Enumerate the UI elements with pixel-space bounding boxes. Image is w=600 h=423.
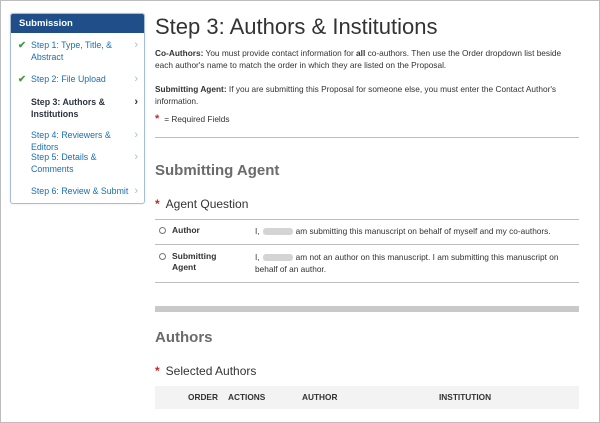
page-title: Step 3: Authors & Institutions xyxy=(155,14,438,39)
option-text: I, am submitting this manuscript on behal… xyxy=(255,226,551,236)
required-fields-note: * = Required Fields xyxy=(155,113,230,125)
section-separator xyxy=(155,306,579,312)
coauthors-note: Co-Authors: You must provide contact inf… xyxy=(155,48,562,70)
required-asterisk: * xyxy=(155,197,160,211)
redacted-name xyxy=(262,254,293,262)
checkmark-icon: ✔ xyxy=(18,74,26,85)
authors-heading: Authors xyxy=(155,329,213,346)
sidebar-step-label: Step 1: Type, Title, & Abstract xyxy=(31,40,113,62)
chevron-right-icon: › xyxy=(134,129,138,141)
sidebar-step-label: Step 6: Review & Submit xyxy=(31,186,129,196)
submitting-agent-heading: Submitting Agent xyxy=(155,162,280,179)
submitting-agent-note: Submitting Agent: If you are submitting … xyxy=(155,84,557,106)
sidebar-title: Submission xyxy=(11,14,144,33)
option-label: Submitting Agent xyxy=(172,251,217,272)
column-actions: ACTIONS xyxy=(228,392,266,402)
chevron-right-icon: › xyxy=(134,151,138,163)
required-asterisk: * xyxy=(155,113,160,125)
submitting-agent-label: Submitting Agent: xyxy=(155,84,227,94)
column-order: ORDER xyxy=(188,392,218,402)
option-author[interactable]: Author I, am submitting this manuscript o… xyxy=(155,219,579,244)
column-author: AUTHOR xyxy=(302,392,338,402)
redacted-name xyxy=(262,228,293,236)
sidebar-step-3[interactable]: Step 3: Authors & Institutions › xyxy=(11,97,144,120)
option-submitting-agent[interactable]: Submitting Agent I, am not an author on t… xyxy=(155,244,579,282)
author-radio[interactable] xyxy=(159,227,166,234)
chevron-right-icon: › xyxy=(134,96,138,108)
required-asterisk: * xyxy=(155,364,160,378)
sidebar-step-5[interactable]: Step 5: Details & Comments › xyxy=(11,152,144,175)
chevron-right-icon: › xyxy=(134,185,138,197)
sidebar-step-1[interactable]: ✔ Step 1: Type, Title, & Abstract › xyxy=(11,40,144,63)
option-label: Author xyxy=(172,225,200,235)
divider xyxy=(155,137,579,138)
column-institution: INSTITUTION xyxy=(439,392,492,402)
sidebar-step-label: Step 4: Reviewers & Editors xyxy=(31,130,111,152)
selected-authors-heading: * Selected Authors xyxy=(155,364,257,378)
submission-sidebar: Submission ✔ Step 1: Type, Title, & Abst… xyxy=(10,13,145,204)
divider xyxy=(155,282,579,283)
option-text: I, am not an author on this manuscript. I… xyxy=(255,252,559,274)
submitting-agent-radio[interactable] xyxy=(159,253,166,260)
sidebar-step-6[interactable]: Step 6: Review & Submit › xyxy=(11,186,144,198)
chevron-right-icon: › xyxy=(134,39,138,51)
authors-table-header: ORDER ACTIONS AUTHOR INSTITUTION xyxy=(155,386,579,409)
checkmark-icon: ✔ xyxy=(18,40,26,51)
sidebar-step-2[interactable]: ✔ Step 2: File Upload › xyxy=(11,74,144,86)
sidebar-step-label: Step 5: Details & Comments xyxy=(31,152,97,174)
sidebar-step-label: Step 3: Authors & Institutions xyxy=(31,97,105,119)
sidebar-step-4[interactable]: Step 4: Reviewers & Editors › xyxy=(11,130,144,153)
coauthors-label: Co-Authors: xyxy=(155,48,204,58)
sidebar-step-label: Step 2: File Upload xyxy=(31,74,106,84)
chevron-right-icon: › xyxy=(134,73,138,85)
agent-question-heading: * Agent Question xyxy=(155,197,249,211)
